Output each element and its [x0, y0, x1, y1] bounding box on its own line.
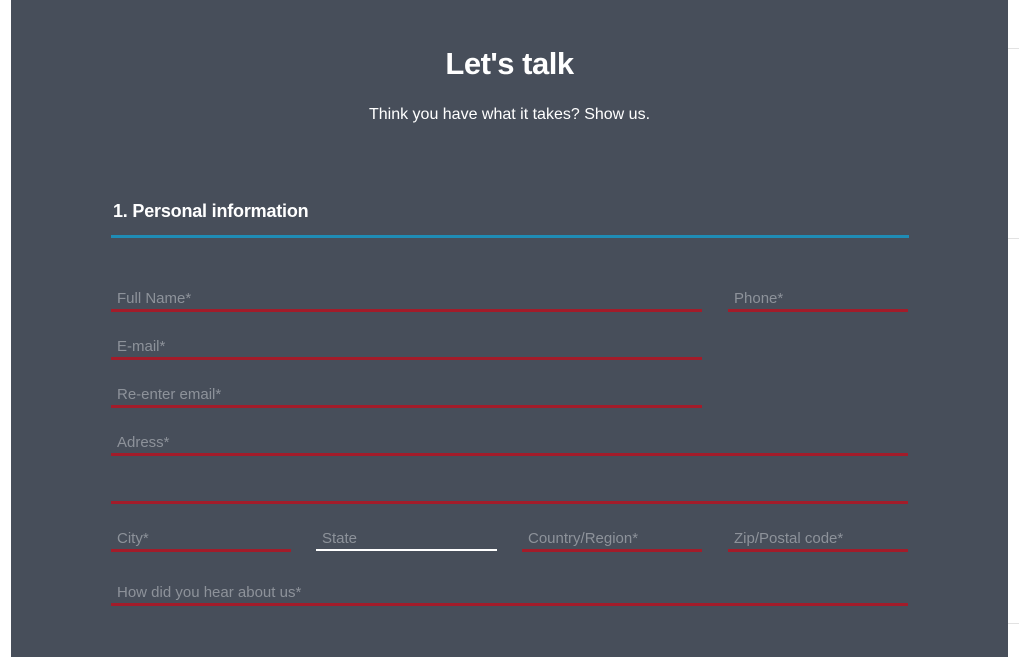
phone-input[interactable] — [728, 287, 908, 309]
referral-source-input[interactable] — [111, 581, 908, 603]
address-input[interactable] — [111, 431, 908, 453]
address-line2-input[interactable] — [111, 479, 908, 501]
email-field — [111, 335, 702, 360]
email-input[interactable] — [111, 335, 702, 357]
page-title: Let's talk — [445, 46, 574, 81]
zip-postal-code-field — [728, 527, 908, 552]
state-input[interactable] — [316, 527, 497, 549]
country-region-field — [522, 527, 702, 552]
reenter-email-field — [111, 383, 702, 408]
reenter-email-input[interactable] — [111, 383, 702, 405]
page-edge-mark — [1008, 48, 1019, 49]
address-field — [111, 431, 908, 456]
country-region-input[interactable] — [522, 527, 702, 549]
city-field — [111, 527, 291, 552]
city-input[interactable] — [111, 527, 291, 549]
page-edge-mark — [1008, 238, 1019, 239]
page-subtitle: Think you have what it takes? Show us. — [368, 106, 651, 123]
section-heading-personal-information: 1. Personal information — [113, 201, 309, 221]
section-divider — [111, 235, 909, 238]
full-name-field — [111, 287, 702, 312]
state-field — [316, 527, 497, 551]
contact-form-panel: Let's talk Think you have what it takes?… — [11, 0, 1008, 657]
zip-postal-code-input[interactable] — [728, 527, 908, 549]
phone-field — [728, 287, 908, 312]
full-name-input[interactable] — [111, 287, 702, 309]
page-edge-mark — [1008, 623, 1019, 624]
referral-source-field — [111, 581, 908, 606]
address-line2-field — [111, 479, 908, 504]
